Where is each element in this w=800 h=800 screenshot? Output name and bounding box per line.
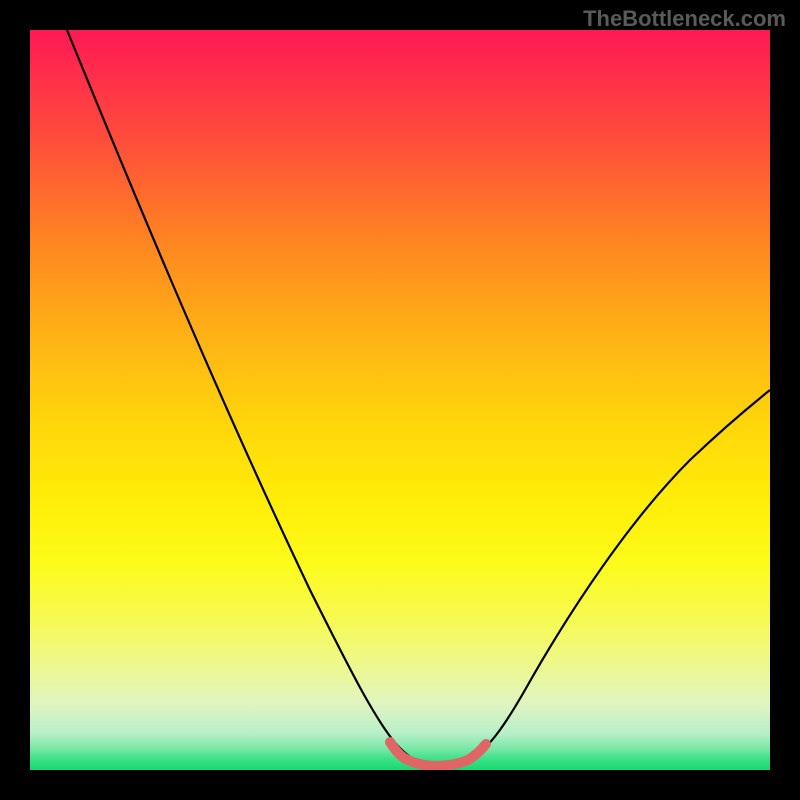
- bottleneck-curve: [67, 30, 770, 765]
- watermark-text: TheBottleneck.com: [583, 6, 786, 32]
- chart-svg: [30, 30, 770, 770]
- sweet-spot-marker: [390, 742, 486, 766]
- plot-area: [30, 30, 770, 770]
